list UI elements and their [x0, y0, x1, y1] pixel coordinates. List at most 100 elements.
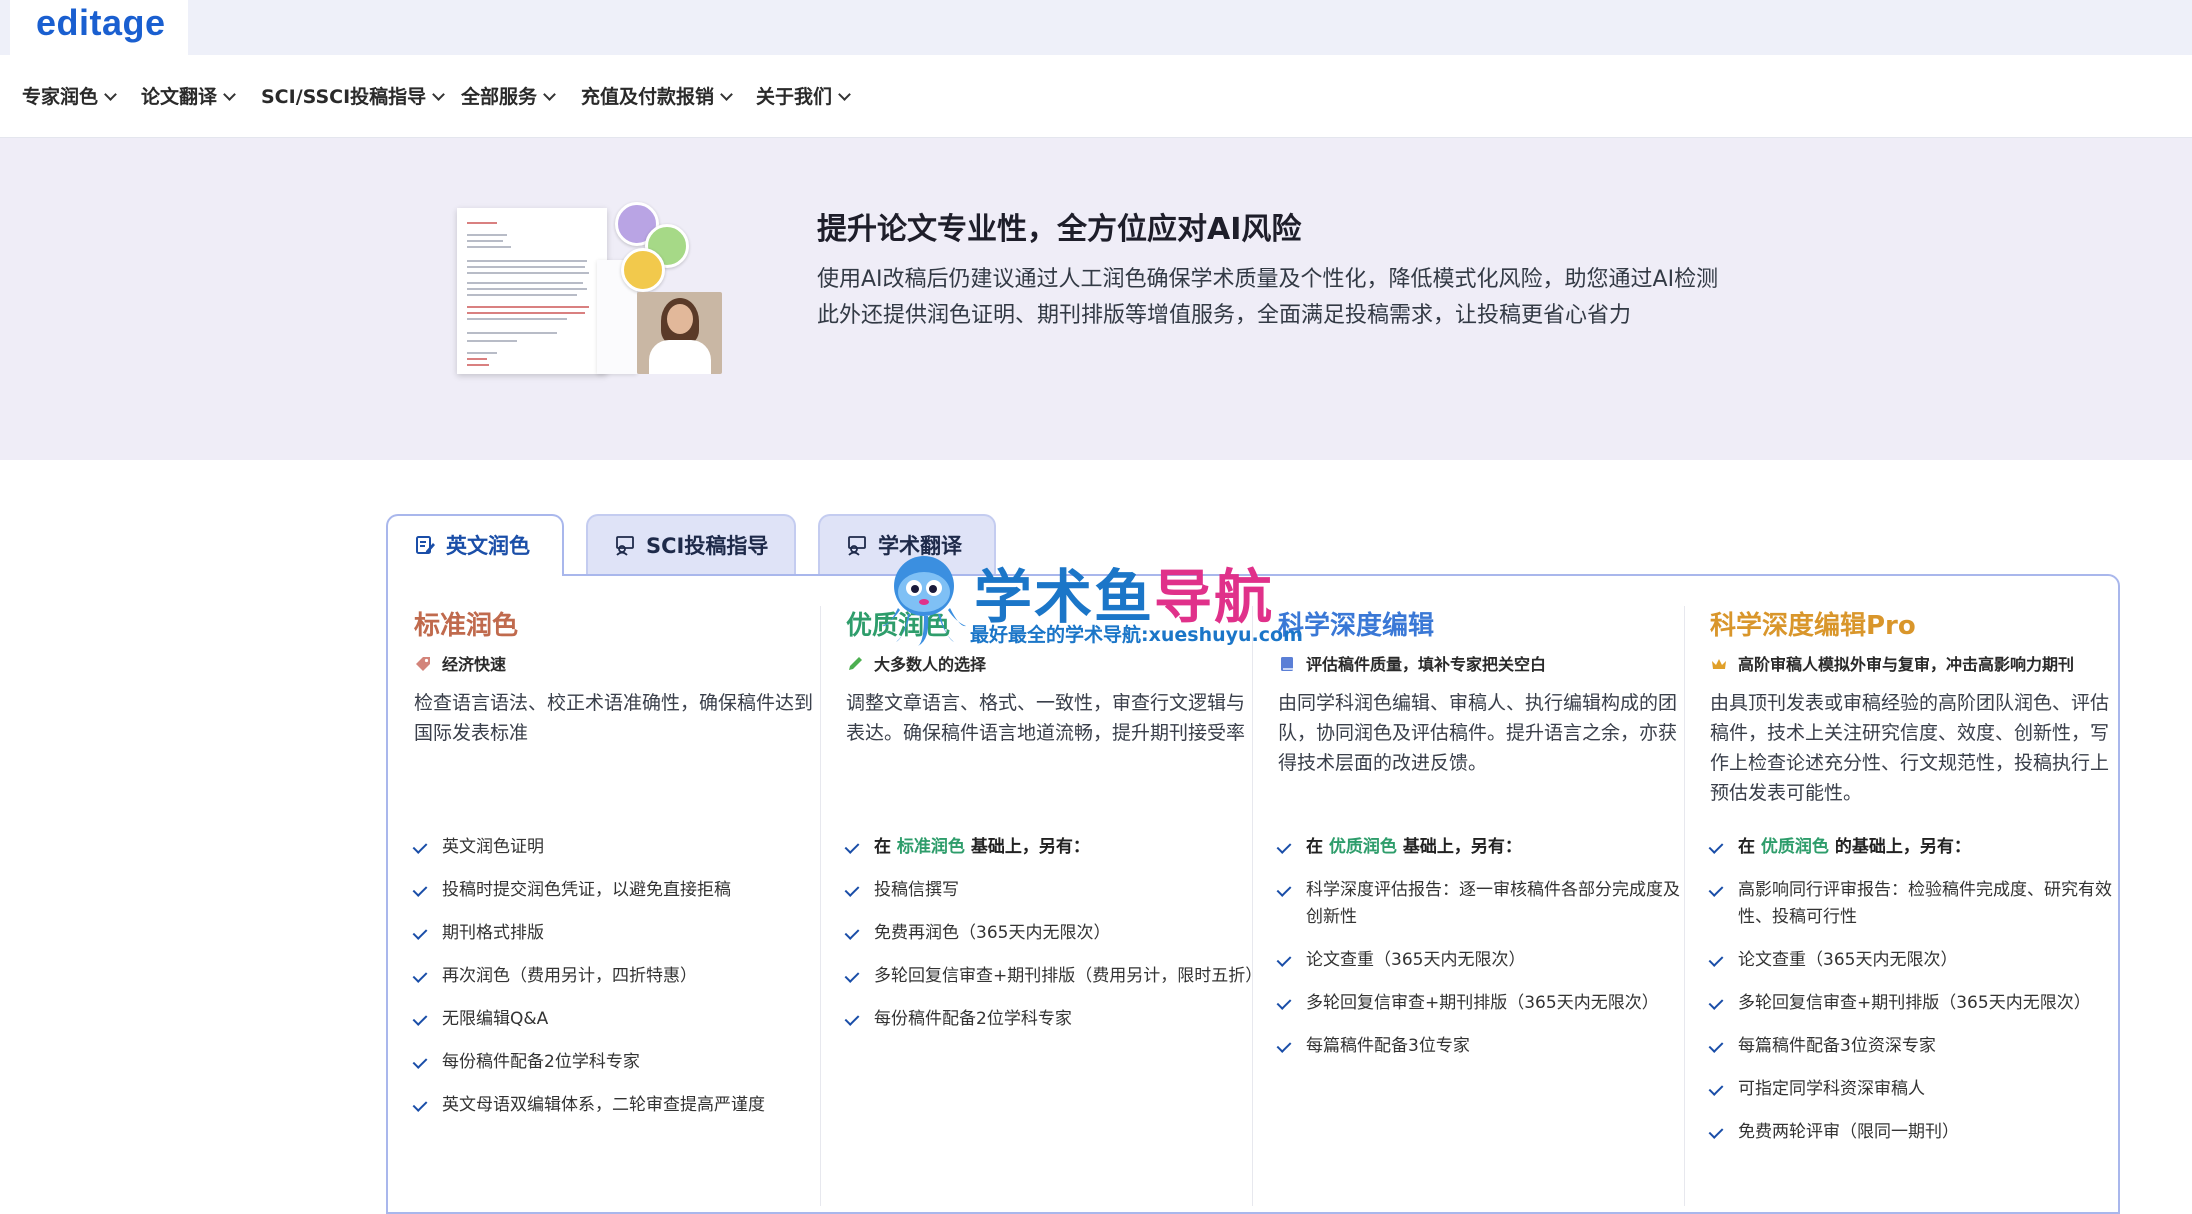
plan-tagline: 评估稿件质量，填补专家把关空白: [1278, 652, 1688, 678]
crown-icon: [1712, 658, 1726, 669]
feature-text: 再次润色（费用另计，四折特惠）: [442, 966, 697, 986]
plan-card-standard: 标准润色 经济快速 检查语言语法、校正术语准确性，确保稿件达到国际发表标准 英文…: [412, 606, 824, 1115]
check-icon: [1708, 1081, 1724, 1096]
base-prefix: 在: [1738, 837, 1755, 857]
base-ref: 优质润色: [1328, 837, 1397, 857]
feature-text: 科学深度评估报告：逐一审核稿件各部分完成度及创新性: [1306, 880, 1680, 927]
teacher-icon: [616, 536, 634, 556]
check-icon: [844, 968, 860, 983]
feature-text: 多轮回复信审查+期刊排版（费用另计，限时五折）: [874, 966, 1263, 986]
main-nav: 专家润色 论文翻译 SCI/SSCI投稿指导 全部服务 充值及付款报销 关于我们: [0, 55, 2192, 138]
nav-label: 关于我们: [756, 86, 833, 108]
tab-sci-guidance[interactable]: SCI投稿指导: [586, 514, 796, 574]
tab-label: 英文润色: [446, 534, 530, 558]
nav-item-all-services[interactable]: 全部服务: [461, 82, 556, 112]
feature-text: 高影响同行评审报告：检验稿件完成度、研究有效性、投稿可行性: [1738, 880, 2112, 927]
top-bar: editage: [0, 0, 2192, 55]
plan-title: 科学深度编辑: [1278, 611, 1435, 641]
feature-text: 每份稿件配备2位学科专家: [442, 1052, 640, 1072]
nav-label: 专家润色: [22, 86, 99, 108]
tagline-text: 高阶审稿人模拟外审与复审，冲击高影响力期刊: [1738, 655, 2075, 674]
check-icon: [1708, 882, 1724, 897]
feature-item: 可指定同学科资深审稿人: [1708, 1076, 2120, 1103]
chemistry-icon: [621, 248, 665, 292]
base-ref: 标准润色: [896, 837, 965, 857]
feature-item: 英文母语双编辑体系，二轮审查提高严谨度: [412, 1092, 824, 1119]
chevron-down-icon: [432, 88, 446, 101]
check-icon: [412, 1054, 428, 1069]
feature-item: 投稿信撰写: [844, 877, 1256, 904]
feature-item: 期刊格式排版: [412, 920, 824, 947]
feature-item: 每篇稿件配备3位资深专家: [1708, 1033, 2120, 1060]
feature-text: 每份稿件配备2位学科专家: [874, 1009, 1072, 1029]
logo-container[interactable]: editage: [10, 0, 188, 55]
feature-item: 英文润色证明: [412, 834, 824, 861]
watermark: 学术鱼导航 最好最全的学术导航:xueshuyu.com: [878, 548, 1318, 668]
plan-description: 由具顶刊发表或审稿经验的高阶团队润色、评估稿件，技术上关注研究信度、效度、创新性…: [1710, 692, 2110, 804]
hero-description: 使用AI改稿后仍建议通过人工润色确保学术质量及个性化，降低模式化风险，助您通过A…: [817, 262, 1718, 334]
feature-text: 无限编辑Q&A: [442, 1009, 549, 1029]
check-icon: [1708, 839, 1724, 854]
check-icon: [412, 839, 428, 854]
check-icon: [412, 1097, 428, 1112]
check-icon: [412, 968, 428, 983]
logo[interactable]: editage: [36, 0, 166, 46]
hero-desc-line: 此外还提供润色证明、期刊排版等增值服务，全面满足投稿需求，让投稿更省心省力: [817, 303, 1632, 328]
edit-document-icon: [416, 536, 435, 554]
tagline-text: 评估稿件质量，填补专家把关空白: [1306, 655, 1547, 674]
feature-text: 可指定同学科资深审稿人: [1738, 1079, 1925, 1099]
plan-title: 科学深度编辑Pro: [1710, 611, 1916, 641]
plan-tagline: 高阶审稿人模拟外审与复审，冲击高影响力期刊: [1710, 652, 2120, 678]
translation-icon: [848, 536, 866, 556]
nav-item-sci-guidance[interactable]: SCI/SSCI投稿指导: [261, 82, 446, 112]
feature-item: 论文查重（365天内无限次）: [1276, 947, 1688, 974]
nav-label: 充值及付款报销: [581, 86, 715, 108]
plan-card-scientific: 科学深度编辑 评估稿件质量，填补专家把关空白 由同学科润色编辑、审稿人、执行编辑…: [1276, 606, 1688, 1056]
check-icon: [1708, 1124, 1724, 1139]
feature-text: 免费两轮评审（限同一期刊）: [1738, 1122, 1959, 1142]
tagline-text: 经济快速: [442, 655, 507, 674]
nav-item-payment[interactable]: 充值及付款报销: [581, 82, 733, 112]
pencil-icon: [849, 656, 862, 670]
plan-title: 标准润色: [414, 611, 519, 641]
feature-text: 英文母语双编辑体系，二轮审查提高严谨度: [442, 1095, 765, 1115]
feature-text: 免费再润色（365天内无限次）: [874, 923, 1111, 943]
feature-text: 英文润色证明: [442, 837, 544, 857]
hero-banner: 提升论文专业性，全方位应对AI风险 使用AI改稿后仍建议通过人工润色确保学术质量…: [0, 138, 2192, 460]
check-icon: [412, 882, 428, 897]
nav-item-about[interactable]: 关于我们: [756, 82, 851, 112]
nav-label: 全部服务: [461, 86, 538, 108]
check-icon: [412, 925, 428, 940]
feature-item: 免费再润色（365天内无限次）: [844, 920, 1256, 947]
base-suffix: 的基础上，另有：: [1834, 837, 1971, 857]
feature-text: 每篇稿件配备3位资深专家: [1738, 1036, 1936, 1056]
feature-text: 论文查重（365天内无限次）: [1306, 950, 1526, 970]
feature-item: 再次润色（费用另计，四折特惠）: [412, 963, 824, 990]
plan-tagline: 经济快速: [414, 652, 824, 678]
check-icon: [1708, 952, 1724, 967]
chevron-down-icon: [838, 88, 851, 101]
nav-item-translation[interactable]: 论文翻译: [141, 82, 236, 112]
chevron-down-icon: [543, 88, 556, 101]
plan-card-scientific-pro: 科学深度编辑Pro 高阶审稿人模拟外审与复审，冲击高影响力期刊 由具顶刊发表或审…: [1708, 606, 2120, 1142]
check-icon: [1276, 952, 1292, 967]
check-icon: [844, 882, 860, 897]
check-icon: [844, 1011, 860, 1026]
hero-desc-line: 使用AI改稿后仍建议通过人工润色确保学术质量及个性化，降低模式化风险，助您通过A…: [817, 267, 1719, 292]
feature-text: 多轮回复信审查+期刊排版（365天内无限次）: [1306, 993, 1659, 1013]
tab-english-polishing[interactable]: 英文润色: [386, 514, 564, 576]
plan-description: 检查语言语法、校正术语准确性，确保稿件达到国际发表标准: [414, 692, 814, 744]
scientist-photo: [637, 292, 722, 374]
octopus-mascot-icon: [882, 556, 966, 646]
feature-item: 多轮回复信审查+期刊排版（365天内无限次）: [1708, 990, 2120, 1017]
check-icon: [1276, 995, 1292, 1010]
feature-text: 论文查重（365天内无限次）: [1738, 950, 1958, 970]
check-icon: [1708, 995, 1724, 1010]
price-tag-icon: [416, 656, 430, 671]
nav-label: SCI/SSCI投稿指导: [261, 86, 427, 108]
plan-description: 由同学科润色编辑、审稿人、执行编辑构成的团队，协同润色及评估稿件。提升语言之余，…: [1278, 692, 1678, 774]
feature-item: 高影响同行评审报告：检验稿件完成度、研究有效性、投稿可行性: [1708, 877, 2120, 931]
feature-item: 无限编辑Q&A: [412, 1006, 824, 1033]
feature-item: 每份稿件配备2位学科专家: [412, 1049, 824, 1076]
nav-item-polishing[interactable]: 专家润色: [22, 82, 117, 112]
